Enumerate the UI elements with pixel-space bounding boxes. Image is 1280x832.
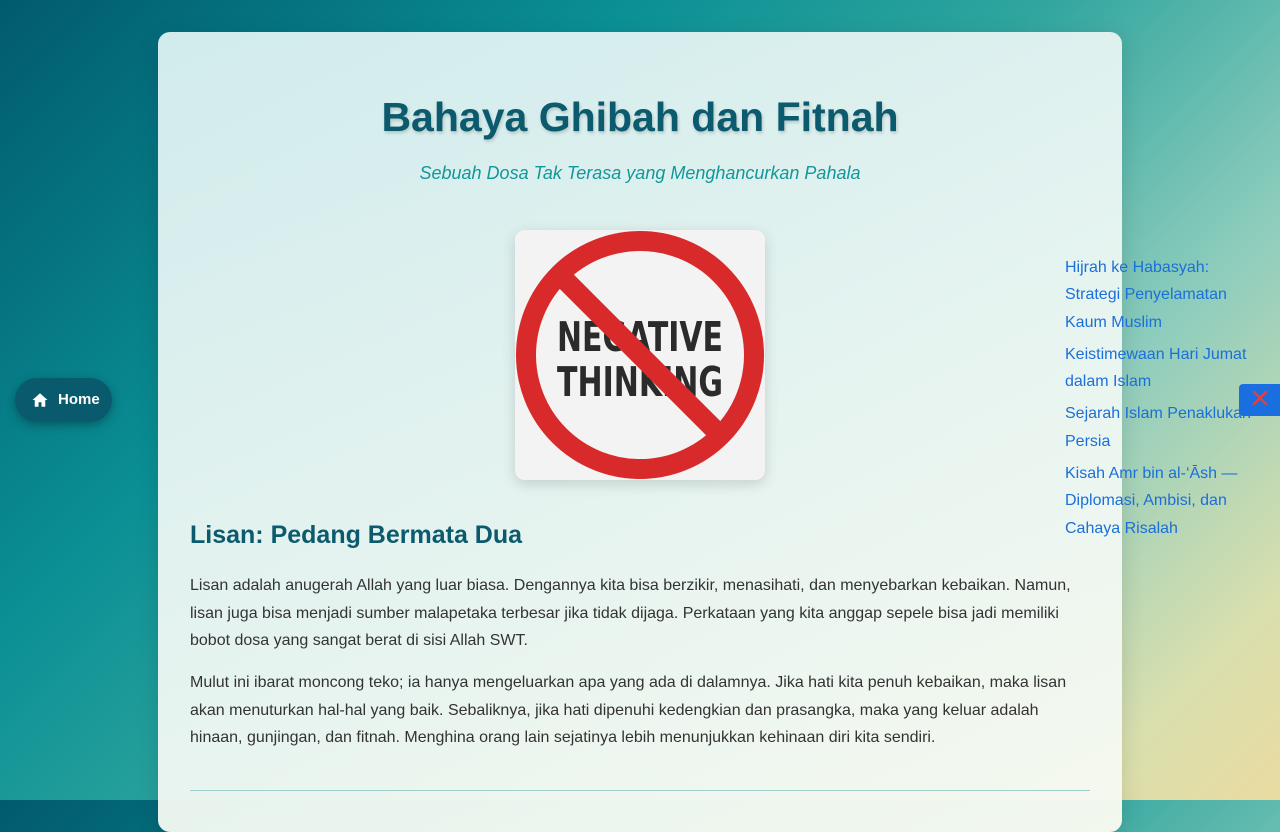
close-panel-button[interactable] [1239,384,1280,416]
related-link[interactable]: Keistimewaan Hari Jumat dalam Islam [1065,341,1265,396]
page-title: Bahaya Ghibah dan Fitnah [381,94,899,140]
section-divider [190,790,1090,791]
related-link[interactable]: Kisah Amr bin al-‘Āsh — Diplomasi, Ambis… [1065,460,1265,542]
home-icon [31,391,49,409]
home-button-label: Home [58,391,100,408]
article-paragraph: Mulut ini ibarat moncong teko; ia hanya … [190,674,1067,746]
article-paragraph: Lisan adalah anugerah Allah yang luar bi… [190,577,1071,649]
page-subtitle: Sebuah Dosa Tak Terasa yang Menghancurka… [419,163,861,183]
related-links-panel: Hijrah ke Habasyah: Strategi Penyelamata… [1065,254,1265,547]
article-card: Bahaya Ghibah dan Fitnah Sebuah Dosa Tak… [158,32,1122,832]
close-icon [1251,389,1269,412]
section-heading: Lisan: Pedang Bermata Dua [190,521,523,549]
related-link[interactable]: Hijrah ke Habasyah: Strategi Penyelamata… [1065,254,1265,336]
negative-thinking-sign-icon: NEGATIVE THINKING [515,230,765,480]
article-image: NEGATIVE THINKING [515,230,765,480]
related-link[interactable]: Sejarah Islam Penaklukan Persia [1065,400,1265,455]
home-button[interactable]: Home [15,378,112,422]
